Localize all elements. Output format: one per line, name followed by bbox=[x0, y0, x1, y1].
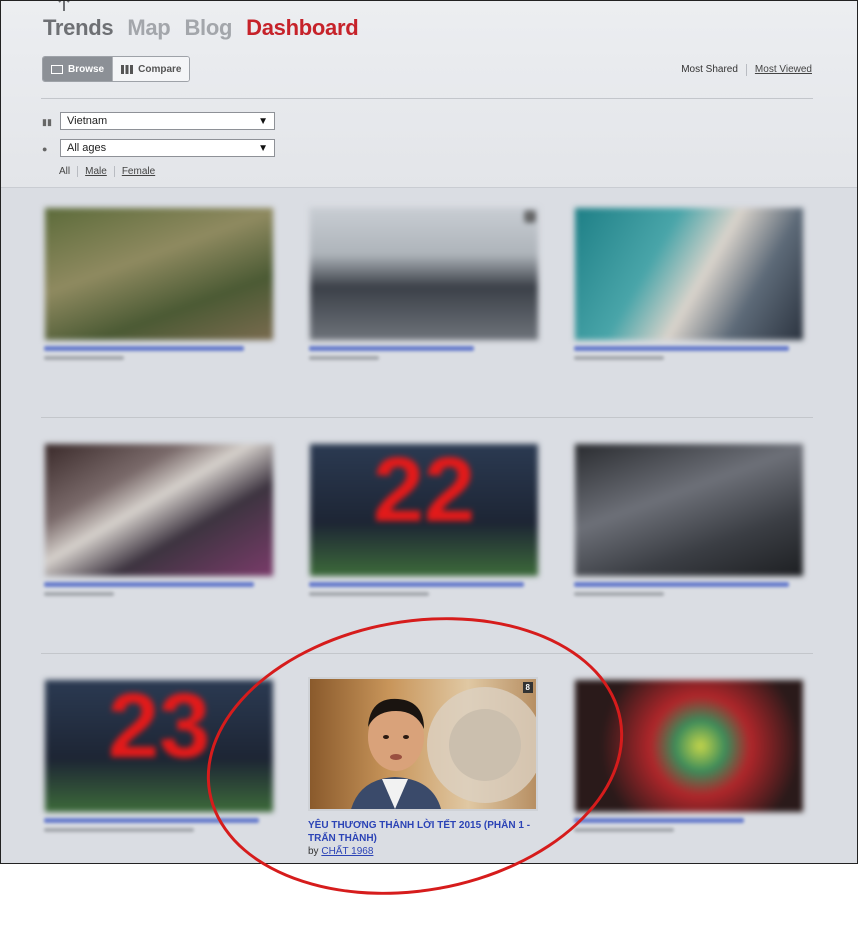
video-thumbnail[interactable]: 23 bbox=[44, 679, 274, 813]
chevron-down-icon: ▼ bbox=[258, 142, 268, 154]
video-meta bbox=[574, 356, 664, 360]
video-title[interactable] bbox=[574, 818, 744, 823]
top-nav: Trends Map Blog Dashboard bbox=[43, 15, 359, 41]
nav-map[interactable]: Map bbox=[127, 15, 170, 41]
chevron-down-icon: ▼ bbox=[258, 115, 268, 127]
video-overlay-number: 22 bbox=[372, 443, 476, 541]
header-divider bbox=[41, 98, 813, 99]
compare-label: Compare bbox=[138, 63, 182, 75]
video-thumbnail-image bbox=[351, 687, 536, 809]
header: Trends Map Blog Dashboard Browse Compare… bbox=[1, 1, 857, 188]
age-select[interactable]: All ages ▼ bbox=[60, 139, 275, 157]
sort-most-shared[interactable]: Most Shared bbox=[681, 64, 738, 76]
video-card[interactable]: 22 bbox=[309, 443, 539, 596]
video-thumbnail[interactable] bbox=[574, 207, 804, 341]
video-meta bbox=[574, 828, 674, 832]
browse-label: Browse bbox=[68, 63, 105, 75]
rank-badge: 8 bbox=[522, 682, 533, 693]
video-card-highlighted[interactable]: 8 YÊU THƯƠNG THÀNH LỜI TẾT 2015 (PHẦN 1 … bbox=[308, 677, 538, 857]
video-title[interactable] bbox=[574, 582, 789, 587]
video-meta bbox=[309, 356, 379, 360]
video-thumbnail[interactable]: 22 bbox=[309, 443, 539, 577]
screenshot-frame: Trends Map Blog Dashboard Browse Compare… bbox=[0, 0, 858, 864]
video-meta bbox=[44, 356, 124, 360]
video-title[interactable]: YÊU THƯƠNG THÀNH LỜI TẾT 2015 (PHẦN 1 - … bbox=[308, 819, 538, 845]
video-thumbnail[interactable] bbox=[574, 443, 804, 577]
browse-icon bbox=[51, 64, 63, 74]
compare-icon bbox=[121, 64, 134, 74]
video-meta bbox=[44, 828, 194, 832]
nav-dashboard[interactable]: Dashboard bbox=[246, 15, 359, 41]
video-title[interactable] bbox=[309, 346, 474, 351]
video-title[interactable] bbox=[44, 346, 244, 351]
video-card[interactable] bbox=[574, 679, 804, 832]
video-thumbnail[interactable]: 8 bbox=[308, 677, 538, 811]
video-card[interactable] bbox=[574, 443, 804, 596]
gender-divider bbox=[113, 166, 115, 177]
video-title[interactable] bbox=[309, 582, 524, 587]
video-meta bbox=[44, 592, 114, 596]
gender-divider bbox=[77, 166, 79, 177]
gender-all[interactable]: All bbox=[59, 166, 70, 177]
compare-button[interactable]: Compare bbox=[112, 57, 190, 81]
video-thumbnail[interactable] bbox=[44, 207, 274, 341]
video-title[interactable] bbox=[44, 582, 254, 587]
channel-link[interactable]: CHẤT 1968 bbox=[321, 846, 373, 857]
rank-badge: 2 bbox=[524, 211, 535, 222]
video-card[interactable] bbox=[574, 207, 804, 360]
video-card[interactable]: 2 bbox=[309, 207, 539, 360]
video-thumbnail[interactable] bbox=[44, 443, 274, 577]
sort-options: Most Shared Most Viewed bbox=[681, 64, 812, 76]
video-card[interactable] bbox=[44, 207, 274, 360]
video-meta bbox=[574, 592, 664, 596]
video-meta bbox=[309, 592, 429, 596]
video-byline: by CHẤT 1968 bbox=[308, 846, 538, 857]
gender-female[interactable]: Female bbox=[122, 166, 155, 177]
sort-most-viewed[interactable]: Most Viewed bbox=[755, 64, 812, 76]
video-title[interactable] bbox=[44, 818, 259, 823]
person-icon: ● bbox=[42, 144, 48, 154]
bar-chart-icon: ▮▮ bbox=[42, 117, 52, 127]
row-divider bbox=[41, 417, 813, 418]
video-overlay-number: 23 bbox=[107, 679, 211, 777]
view-toggle: Browse Compare bbox=[42, 56, 191, 82]
gender-filter: All Male Female bbox=[59, 166, 155, 177]
byline-prefix: by bbox=[308, 846, 319, 857]
browse-button[interactable]: Browse bbox=[43, 57, 113, 81]
gender-male[interactable]: Male bbox=[85, 166, 107, 177]
video-title[interactable] bbox=[574, 346, 789, 351]
trend-arrow-icon bbox=[58, 1, 70, 11]
video-card[interactable]: 23 bbox=[44, 679, 274, 832]
video-card[interactable] bbox=[44, 443, 274, 596]
country-value: Vietnam bbox=[67, 115, 108, 127]
video-thumbnail[interactable]: 2 bbox=[309, 207, 539, 341]
row-divider bbox=[41, 653, 813, 654]
sort-divider bbox=[745, 64, 747, 76]
nav-blog[interactable]: Blog bbox=[184, 15, 232, 41]
nav-trends[interactable]: Trends bbox=[43, 15, 114, 41]
video-thumbnail[interactable] bbox=[574, 679, 804, 813]
country-select[interactable]: Vietnam ▼ bbox=[60, 112, 275, 130]
age-value: All ages bbox=[67, 142, 107, 154]
